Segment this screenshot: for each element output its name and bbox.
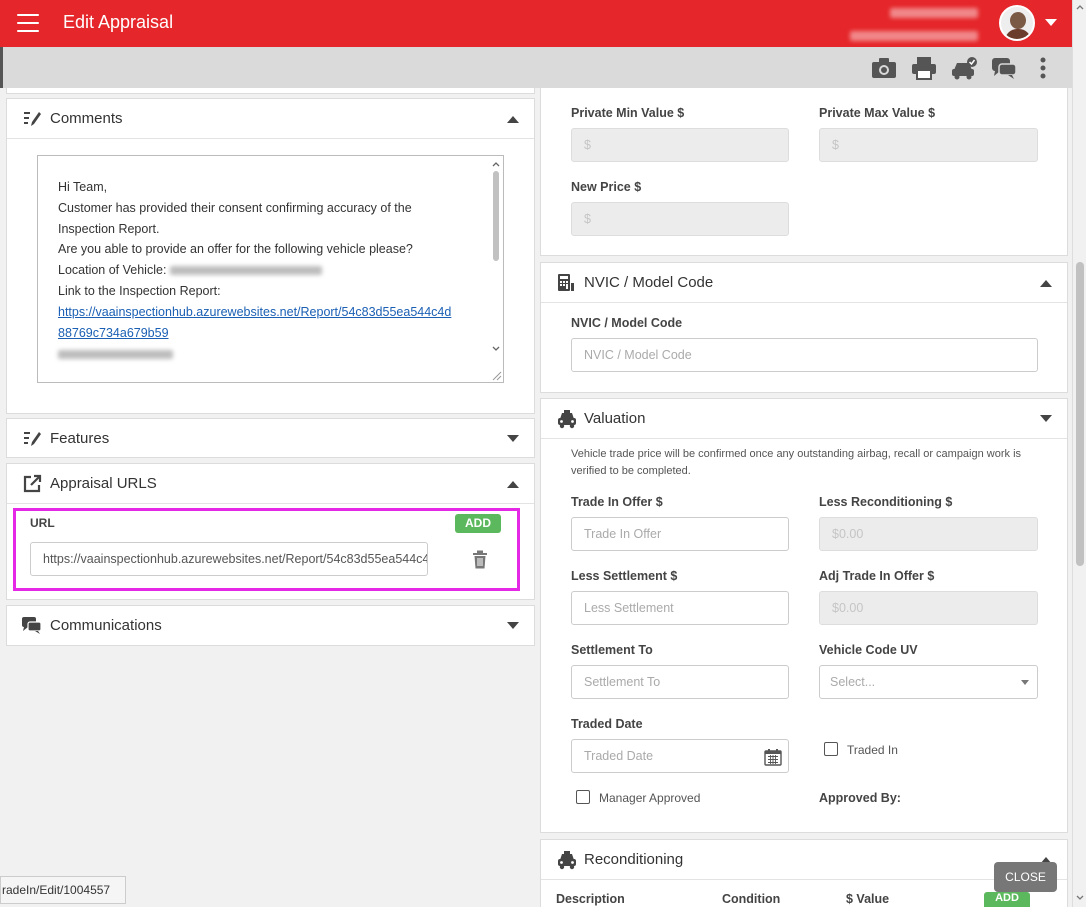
vehicle-code-select[interactable]: Select... bbox=[819, 665, 1038, 699]
manager-approved-label: Manager Approved bbox=[599, 791, 701, 805]
new-price-label: New Price $ bbox=[571, 180, 642, 194]
less-reconditioning-label: Less Reconditioning $ bbox=[819, 495, 953, 509]
page-scroll-thumb[interactable] bbox=[1076, 262, 1084, 566]
features-panel: Features bbox=[6, 418, 535, 458]
vehicle-code-selected: Select... bbox=[830, 675, 876, 689]
valuation-title: Valuation bbox=[584, 410, 646, 427]
edit-list-icon bbox=[22, 429, 42, 449]
nvic-header[interactable]: NVIC / Model Code bbox=[541, 263, 1067, 303]
app-header: Edit Appraisal bbox=[0, 0, 1072, 47]
valuation-note: Vehicle trade price will be confirmed on… bbox=[571, 448, 1022, 477]
valuation-header[interactable]: Valuation bbox=[541, 399, 1067, 439]
comment-line: Hi Team, bbox=[58, 180, 108, 194]
user-info bbox=[850, 6, 978, 44]
trade-in-offer-label: Trade In Offer $ bbox=[571, 495, 663, 509]
print-icon[interactable] bbox=[911, 56, 937, 80]
chat-icon bbox=[22, 616, 42, 636]
user-menu-caret-icon[interactable] bbox=[1045, 19, 1057, 26]
url-label: URL bbox=[30, 516, 55, 530]
traded-in-label: Traded In bbox=[847, 743, 898, 757]
traded-in-checkbox[interactable] bbox=[824, 742, 838, 756]
collapse-icon[interactable] bbox=[507, 116, 519, 123]
comment-line: Are you able to provide an offer for the… bbox=[58, 242, 413, 257]
inspection-report-link-cont[interactable]: 88769c734a679b59 bbox=[58, 326, 169, 340]
comments-header[interactable]: Comments bbox=[7, 99, 534, 139]
taxi-icon bbox=[557, 409, 577, 429]
toolbar bbox=[0, 47, 1072, 88]
car-check-icon[interactable] bbox=[951, 56, 977, 80]
external-link-icon bbox=[22, 474, 42, 494]
communications-header[interactable]: Communications bbox=[7, 606, 534, 646]
adj-trade-in-label: Adj Trade In Offer $ bbox=[819, 569, 935, 583]
status-url: radeIn/Edit/1004557 bbox=[0, 876, 126, 904]
calendar-icon[interactable] bbox=[764, 748, 782, 766]
close-button[interactable]: CLOSE bbox=[994, 862, 1057, 892]
private-max-label: Private Max Value $ bbox=[819, 106, 936, 120]
expand-icon[interactable] bbox=[507, 435, 519, 442]
previous-panel-edge bbox=[6, 88, 535, 94]
car-icon bbox=[557, 850, 577, 870]
comments-panel: Comments Hi Team, Customer has provided … bbox=[6, 98, 535, 414]
add-url-button[interactable]: ADD bbox=[455, 514, 501, 533]
communications-panel: Communications bbox=[6, 605, 535, 646]
comments-textarea[interactable]: Hi Team, Customer has provided their con… bbox=[37, 155, 504, 383]
traded-date-label: Traded Date bbox=[571, 717, 643, 731]
user-avatar[interactable] bbox=[999, 5, 1035, 41]
comment-line: Link to the Inspection Report: bbox=[58, 283, 221, 298]
comments-title: Comments bbox=[50, 110, 123, 127]
less-settlement-label: Less Settlement $ bbox=[571, 569, 678, 583]
comment-line: Inspection Report. bbox=[58, 221, 160, 236]
less-reconditioning-input[interactable]: $0.00 bbox=[819, 517, 1038, 551]
url-input[interactable]: https://vaainspectionhub.azurewebsites.n… bbox=[30, 542, 428, 576]
features-title: Features bbox=[50, 430, 110, 447]
comment-line: Customer has provided their consent conf… bbox=[58, 200, 412, 215]
expand-icon[interactable] bbox=[507, 622, 519, 629]
calculator-icon bbox=[557, 273, 577, 293]
col-value: $ Value bbox=[846, 892, 890, 906]
appraisal-urls-header[interactable]: Appraisal URLS bbox=[7, 464, 534, 504]
appraisal-urls-title: Appraisal URLS bbox=[50, 475, 157, 492]
camera-icon[interactable] bbox=[871, 56, 897, 80]
inspection-report-link[interactable]: https://vaainspectionhub.azurewebsites.n… bbox=[58, 305, 451, 319]
edit-list-icon bbox=[22, 109, 42, 129]
select-caret-icon bbox=[1021, 680, 1029, 685]
vehicle-code-label: Vehicle Code UV bbox=[819, 643, 918, 657]
adj-trade-in-input[interactable]: $0.00 bbox=[819, 591, 1038, 625]
comment-line: Location of Vehicle: bbox=[58, 263, 167, 278]
reconditioning-header[interactable]: Reconditioning bbox=[541, 840, 1067, 880]
less-settlement-input[interactable]: Less Settlement bbox=[571, 591, 789, 625]
menu-icon[interactable] bbox=[17, 14, 39, 32]
settlement-to-input[interactable]: Settlement To bbox=[571, 665, 789, 699]
more-vertical-icon[interactable] bbox=[1037, 56, 1049, 80]
add-reconditioning-button[interactable]: ADD bbox=[984, 892, 1030, 907]
collapse-icon[interactable] bbox=[1040, 280, 1052, 287]
private-max-input[interactable]: $ bbox=[819, 128, 1038, 162]
communications-title: Communications bbox=[50, 617, 162, 634]
new-price-input[interactable]: $ bbox=[571, 202, 789, 236]
col-condition: Condition bbox=[722, 892, 781, 906]
nvic-input[interactable]: NVIC / Model Code bbox=[571, 338, 1038, 372]
col-description: Description bbox=[556, 892, 625, 906]
manager-approved-checkbox[interactable] bbox=[576, 790, 590, 804]
trade-in-offer-input[interactable]: Trade In Offer bbox=[571, 517, 789, 551]
page-scrollbar[interactable] bbox=[1072, 0, 1086, 907]
reconditioning-title: Reconditioning bbox=[584, 851, 684, 868]
nvic-label: NVIC / Model Code bbox=[571, 316, 683, 330]
collapse-icon[interactable] bbox=[507, 481, 519, 488]
private-min-input[interactable]: $ bbox=[571, 128, 789, 162]
textarea-scrollbar[interactable] bbox=[489, 156, 503, 382]
settlement-to-label: Settlement To bbox=[571, 643, 653, 657]
nvic-title: NVIC / Model Code bbox=[584, 274, 714, 291]
private-min-label: Private Min Value $ bbox=[571, 106, 685, 120]
traded-date-input[interactable]: Traded Date bbox=[571, 739, 789, 773]
trash-icon[interactable] bbox=[472, 550, 488, 569]
features-header[interactable]: Features bbox=[7, 419, 534, 459]
approved-by-label: Approved By: bbox=[819, 791, 901, 805]
expand-icon[interactable] bbox=[1040, 415, 1052, 422]
page-title: Edit Appraisal bbox=[63, 12, 174, 32]
chat-icon[interactable] bbox=[991, 56, 1017, 80]
